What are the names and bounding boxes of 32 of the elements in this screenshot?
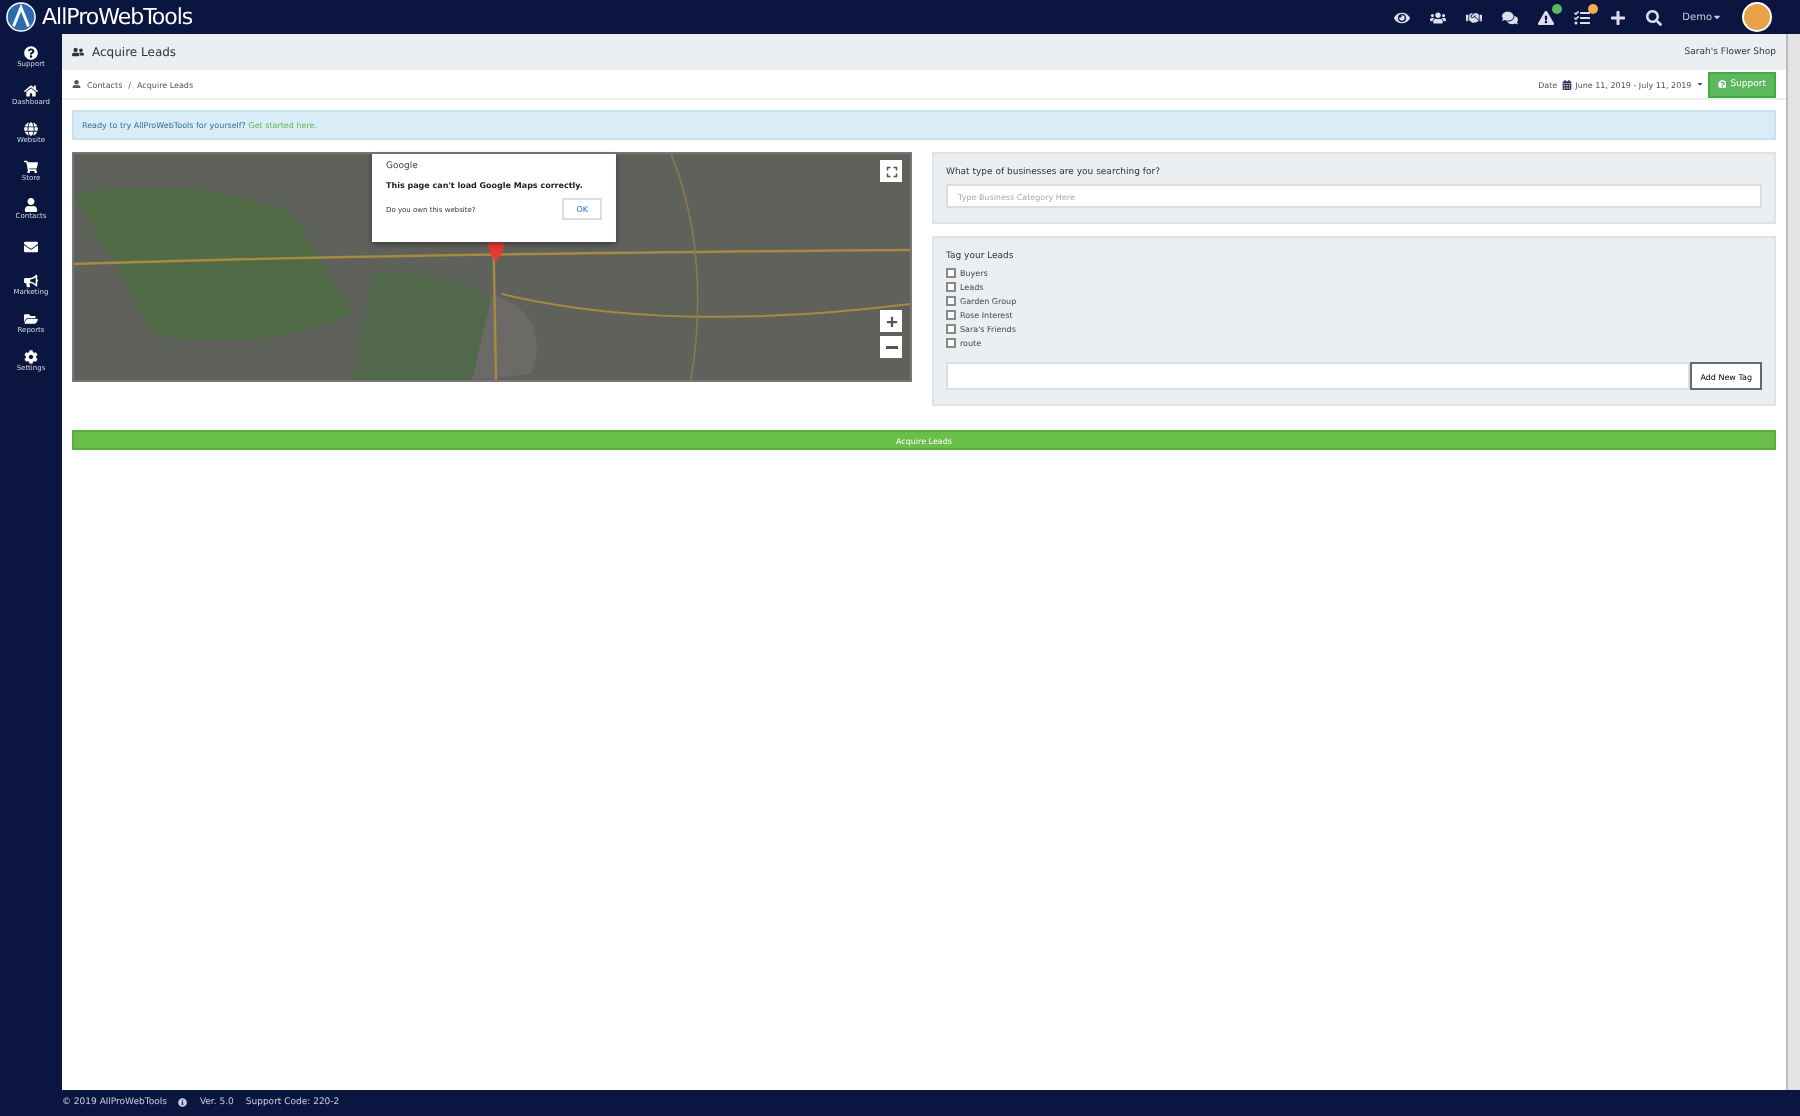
fullscreen-button[interactable]: [880, 160, 902, 182]
settings-icon: [23, 349, 38, 363]
caret-icon: [1712, 12, 1722, 22]
logo-icon: [6, 2, 36, 32]
handshake-icon[interactable]: [1466, 9, 1483, 25]
user-icon: [72, 79, 81, 89]
users-icon[interactable]: [1430, 9, 1447, 25]
avatar[interactable]: [1742, 2, 1772, 32]
eye-icon[interactable]: [1394, 9, 1411, 25]
new-tag-field[interactable]: [946, 362, 1691, 390]
help-icon: [24, 45, 38, 59]
home-icon: [24, 83, 38, 97]
scrollbar[interactable]: [1786, 34, 1800, 1090]
search-icon[interactable]: [1646, 9, 1663, 25]
folder-icon: [24, 311, 38, 325]
user-icon: [23, 197, 38, 211]
plus-icon: [885, 315, 897, 327]
help-icon: [1717, 79, 1727, 89]
cart-icon: [23, 159, 38, 173]
fullscreen-icon: [885, 165, 897, 177]
zoom-out-button[interactable]: [880, 336, 902, 358]
brand-name: AllProWebTools: [42, 4, 193, 30]
plus-icon[interactable]: [1610, 9, 1627, 25]
chat-icon[interactable]: [1502, 9, 1519, 25]
calendar-icon: [1561, 79, 1572, 89]
minus-icon: [885, 345, 897, 349]
envelope-icon: [24, 239, 38, 253]
users-icon: [72, 46, 84, 58]
bullhorn-icon: [23, 273, 38, 287]
info-icon: [178, 1098, 188, 1108]
globe-icon: [23, 121, 38, 135]
zoom-in-button[interactable]: [880, 310, 902, 332]
